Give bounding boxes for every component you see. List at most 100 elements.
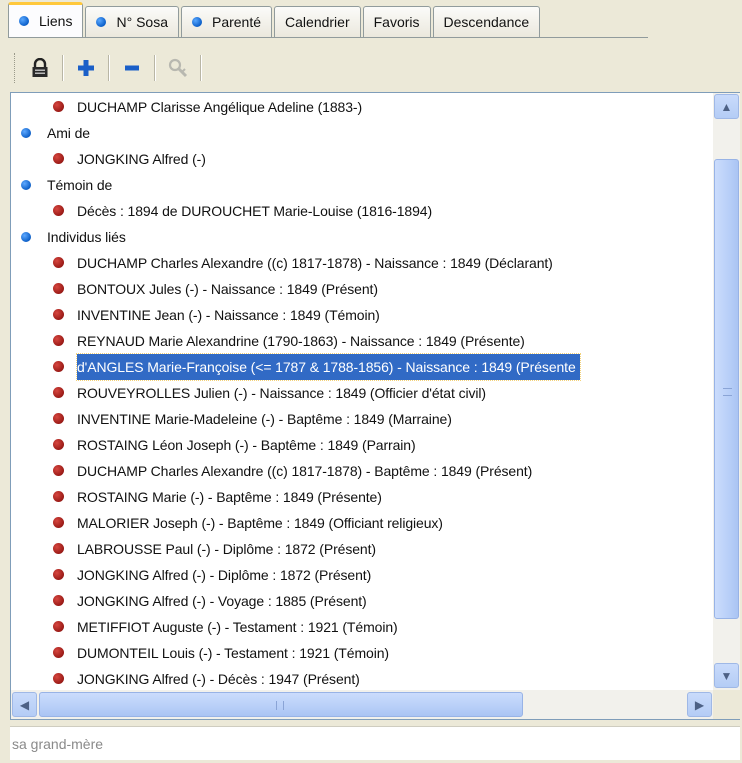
tree-list-item[interactable]: ROSTAING Marie (-) - Baptême : 1849 (Pré…	[11, 484, 713, 510]
person-node-icon	[53, 621, 64, 632]
group-node-icon	[21, 180, 31, 190]
scroll-right-button[interactable]: ▶	[687, 692, 712, 717]
person-node-icon	[53, 361, 64, 372]
toolbar-separator	[108, 55, 110, 81]
scroll-up-button[interactable]: ▲	[714, 94, 739, 119]
horizontal-scrollbar[interactable]: ◀ ▶	[11, 690, 713, 719]
tab-label: Favoris	[373, 14, 420, 30]
tree-list-item[interactable]: JONGKING Alfred (-)	[11, 146, 713, 172]
tree-list-item[interactable]: DUCHAMP Clarisse Angélique Adeline (1883…	[11, 94, 713, 120]
tree-item-label: BONTOUX Jules (-) - Naissance : 1849 (Pr…	[77, 281, 378, 297]
tree-item-label: DUMONTEIL Louis (-) - Testament : 1921 (…	[77, 645, 389, 661]
person-node-icon	[53, 647, 64, 658]
tree-item-label: ROUVEYROLLES Julien (-) - Naissance : 18…	[77, 385, 486, 401]
edit-link-button[interactable]	[164, 53, 192, 83]
person-node-icon	[53, 153, 64, 164]
tree-item-label: ROSTAING Léon Joseph (-) - Baptême : 184…	[77, 437, 416, 453]
lock-icon	[32, 58, 48, 77]
tree-list-item[interactable]: DUCHAMP Charles Alexandre ((c) 1817-1878…	[11, 250, 713, 276]
lock-button[interactable]	[26, 53, 54, 83]
toolbar-separator	[154, 55, 156, 81]
tab-label: Parenté	[211, 14, 262, 30]
tab-label: Descendance	[443, 14, 530, 30]
tab-status-dot-icon	[191, 17, 202, 27]
tree-list-item[interactable]: ROSTAING Léon Joseph (-) - Baptême : 184…	[11, 432, 713, 458]
tree-item-label: DUCHAMP Charles Alexandre ((c) 1817-1878…	[77, 255, 553, 271]
remove-button[interactable]	[118, 53, 146, 83]
toolbar	[10, 48, 732, 88]
tree-list-item[interactable]: DUCHAMP Charles Alexandre ((c) 1817-1878…	[11, 458, 713, 484]
tree-group-item[interactable]: Individus liés	[11, 224, 713, 250]
person-node-icon	[53, 309, 64, 320]
tab-parente[interactable]: Parenté	[180, 6, 273, 37]
description-text: sa grand-mère	[12, 736, 104, 752]
links-panel: DUCHAMP Clarisse Angélique Adeline (1883…	[10, 92, 740, 720]
tree-list-item[interactable]: JONGKING Alfred (-) - Voyage : 1885 (Pré…	[11, 588, 713, 614]
chevron-down-icon: ▼	[720, 668, 733, 683]
tree-list-item[interactable]: BONTOUX Jules (-) - Naissance : 1849 (Pr…	[11, 276, 713, 302]
tree-list-item[interactable]: d'ANGLES Marie-Françoise (<= 1787 & 1788…	[11, 353, 713, 381]
tab-label: N° Sosa	[116, 14, 168, 30]
tree-list-item[interactable]: Décès : 1894 de DUROUCHET Marie-Louise (…	[11, 198, 713, 224]
toolbar-grip[interactable]	[14, 53, 18, 83]
tab-label: Calendrier	[285, 14, 350, 30]
tree-item-label: d'ANGLES Marie-Françoise (<= 1787 & 1788…	[76, 353, 581, 381]
person-node-icon	[53, 465, 64, 476]
tree-list-item[interactable]: JONGKING Alfred (-) - Décès : 1947 (Prés…	[11, 666, 713, 690]
tree-item-label: INVENTINE Jean (-) - Naissance : 1849 (T…	[77, 307, 380, 323]
tree-item-label: REYNAUD Marie Alexandrine (1790-1863) - …	[77, 333, 525, 349]
tree-item-label: JONGKING Alfred (-) - Diplôme : 1872 (Pr…	[77, 567, 372, 583]
tree-list-item[interactable]: MALORIER Joseph (-) - Baptême : 1849 (Of…	[11, 510, 713, 536]
toolbar-separator	[62, 55, 64, 81]
tab-numero-sosa[interactable]: N° Sosa	[85, 6, 179, 37]
vertical-scrollbar[interactable]: ▲ ▼	[713, 93, 740, 690]
person-node-icon	[53, 205, 64, 216]
person-node-icon	[53, 517, 64, 528]
horizontal-scroll-thumb[interactable]	[39, 692, 523, 717]
scroll-left-button[interactable]: ◀	[12, 692, 37, 717]
person-node-icon	[53, 335, 64, 346]
scroll-down-button[interactable]: ▼	[714, 663, 739, 688]
tree-list-item[interactable]: LABROUSSE Paul (-) - Diplôme : 1872 (Pré…	[11, 536, 713, 562]
chevron-left-icon: ◀	[19, 697, 30, 712]
links-window: Liens N° Sosa Parenté Calendrier Favoris…	[0, 0, 742, 763]
tab-status-dot-icon	[96, 17, 107, 27]
tab-favoris[interactable]: Favoris	[362, 6, 431, 37]
person-node-icon	[53, 595, 64, 606]
tree-list-item[interactable]: DUMONTEIL Louis (-) - Testament : 1921 (…	[11, 640, 713, 666]
tree-item-label: METIFFIOT Auguste (-) - Testament : 1921…	[77, 619, 398, 635]
tree-item-label: Individus liés	[47, 229, 126, 245]
tree-list-item[interactable]: ROUVEYROLLES Julien (-) - Naissance : 18…	[11, 380, 713, 406]
tree-list-item[interactable]: REYNAUD Marie Alexandrine (1790-1863) - …	[11, 328, 713, 354]
tree-item-label: LABROUSSE Paul (-) - Diplôme : 1872 (Pré…	[77, 541, 376, 557]
tree-list-item[interactable]: INVENTINE Jean (-) - Naissance : 1849 (T…	[11, 302, 713, 328]
add-button[interactable]	[72, 53, 100, 83]
tree-list-item[interactable]: METIFFIOT Auguste (-) - Testament : 1921…	[11, 614, 713, 640]
edit-link-disabled-icon	[168, 58, 188, 78]
person-node-icon	[53, 283, 64, 294]
person-node-icon	[53, 673, 64, 684]
tree-list-item[interactable]: JONGKING Alfred (-) - Diplôme : 1872 (Pr…	[11, 562, 713, 588]
tab-calendrier[interactable]: Calendrier	[274, 6, 361, 37]
description-field[interactable]: sa grand-mère	[10, 726, 740, 760]
tab-baseline	[8, 37, 648, 38]
tree-item-label: ROSTAING Marie (-) - Baptême : 1849 (Pré…	[77, 489, 382, 505]
tree-item-label: JONGKING Alfred (-) - Voyage : 1885 (Pré…	[77, 593, 367, 609]
minus-icon	[125, 65, 139, 71]
person-node-icon	[53, 491, 64, 502]
tab-label: Liens	[39, 13, 73, 29]
chevron-up-icon: ▲	[720, 99, 733, 114]
person-node-icon	[53, 387, 64, 398]
tree-group-item[interactable]: Témoin de	[11, 172, 713, 198]
tab-liens[interactable]: Liens	[8, 2, 84, 37]
group-node-icon	[21, 232, 31, 242]
tree-group-item[interactable]: Ami de	[11, 120, 713, 146]
chevron-right-icon: ▶	[694, 697, 705, 712]
group-node-icon	[21, 128, 31, 138]
tree-list-item[interactable]: INVENTINE Marie-Madeleine (-) - Baptême …	[11, 406, 713, 432]
tab-descendance[interactable]: Descendance	[432, 6, 541, 37]
tree-item-label: DUCHAMP Clarisse Angélique Adeline (1883…	[77, 99, 363, 115]
vertical-scroll-thumb[interactable]	[714, 159, 739, 619]
tab-bar: Liens N° Sosa Parenté Calendrier Favoris…	[0, 0, 742, 40]
tab-strip: Liens N° Sosa Parenté Calendrier Favoris…	[8, 2, 542, 37]
